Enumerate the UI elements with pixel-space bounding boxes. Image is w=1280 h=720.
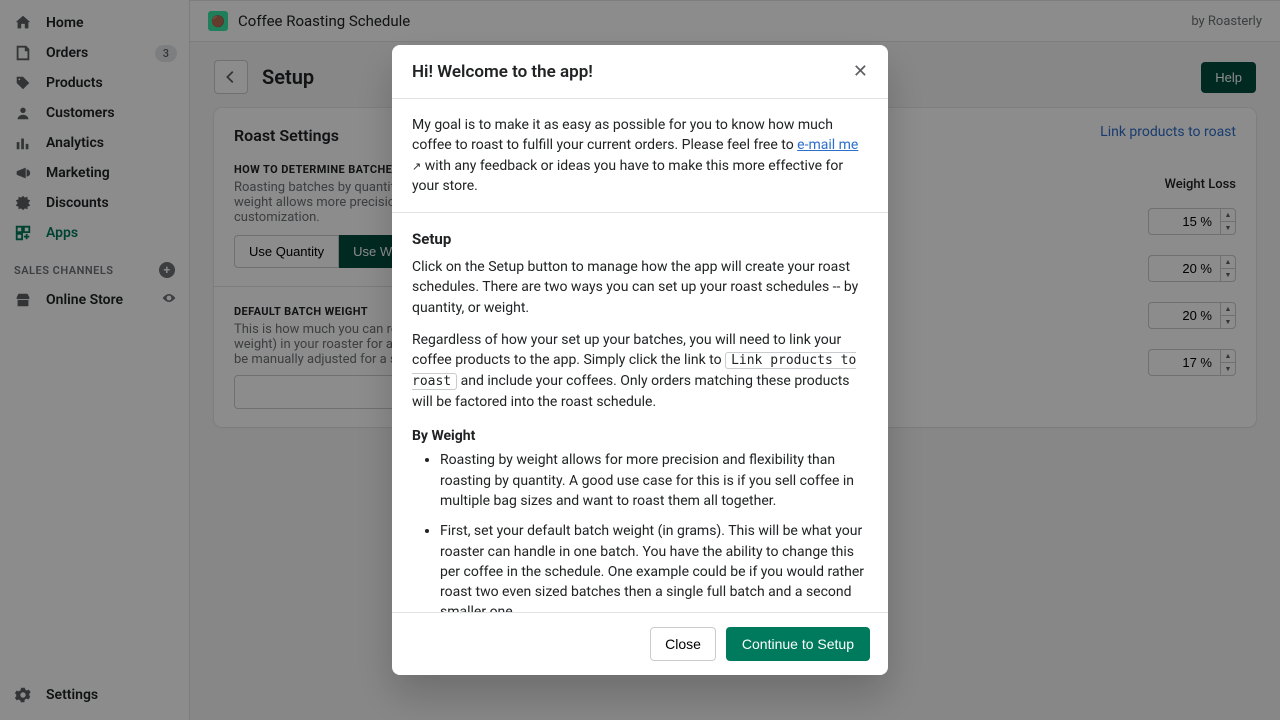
external-link-icon: ↗ (412, 160, 421, 173)
intro-text-a: My goal is to make it as easy as possibl… (412, 117, 833, 153)
modal-body: My goal is to make it as easy as possibl… (392, 99, 888, 612)
by-weight-heading: By Weight (412, 426, 868, 446)
welcome-modal: Hi! Welcome to the app! ✕ My goal is to … (392, 45, 888, 675)
modal-title: Hi! Welcome to the app! (412, 62, 593, 82)
modal-continue-button[interactable]: Continue to Setup (726, 627, 870, 661)
weight-li2: First, set your default batch weight (in… (440, 521, 868, 612)
close-icon[interactable]: ✕ (853, 61, 868, 82)
setup-heading: Setup (412, 229, 868, 251)
setup-p2b: and include your coffees. Only orders ma… (412, 373, 850, 410)
intro-text-b: with any feedback or ideas you have to m… (412, 158, 843, 194)
weight-li1: Roasting by weight allows for more preci… (440, 450, 868, 511)
modal-overlay: Hi! Welcome to the app! ✕ My goal is to … (0, 0, 1280, 720)
setup-p1: Click on the Setup button to manage how … (412, 257, 868, 318)
by-weight-list: Roasting by weight allows for more preci… (412, 450, 868, 612)
modal-close-button[interactable]: Close (650, 627, 716, 661)
email-link[interactable]: e-mail me (797, 137, 858, 153)
